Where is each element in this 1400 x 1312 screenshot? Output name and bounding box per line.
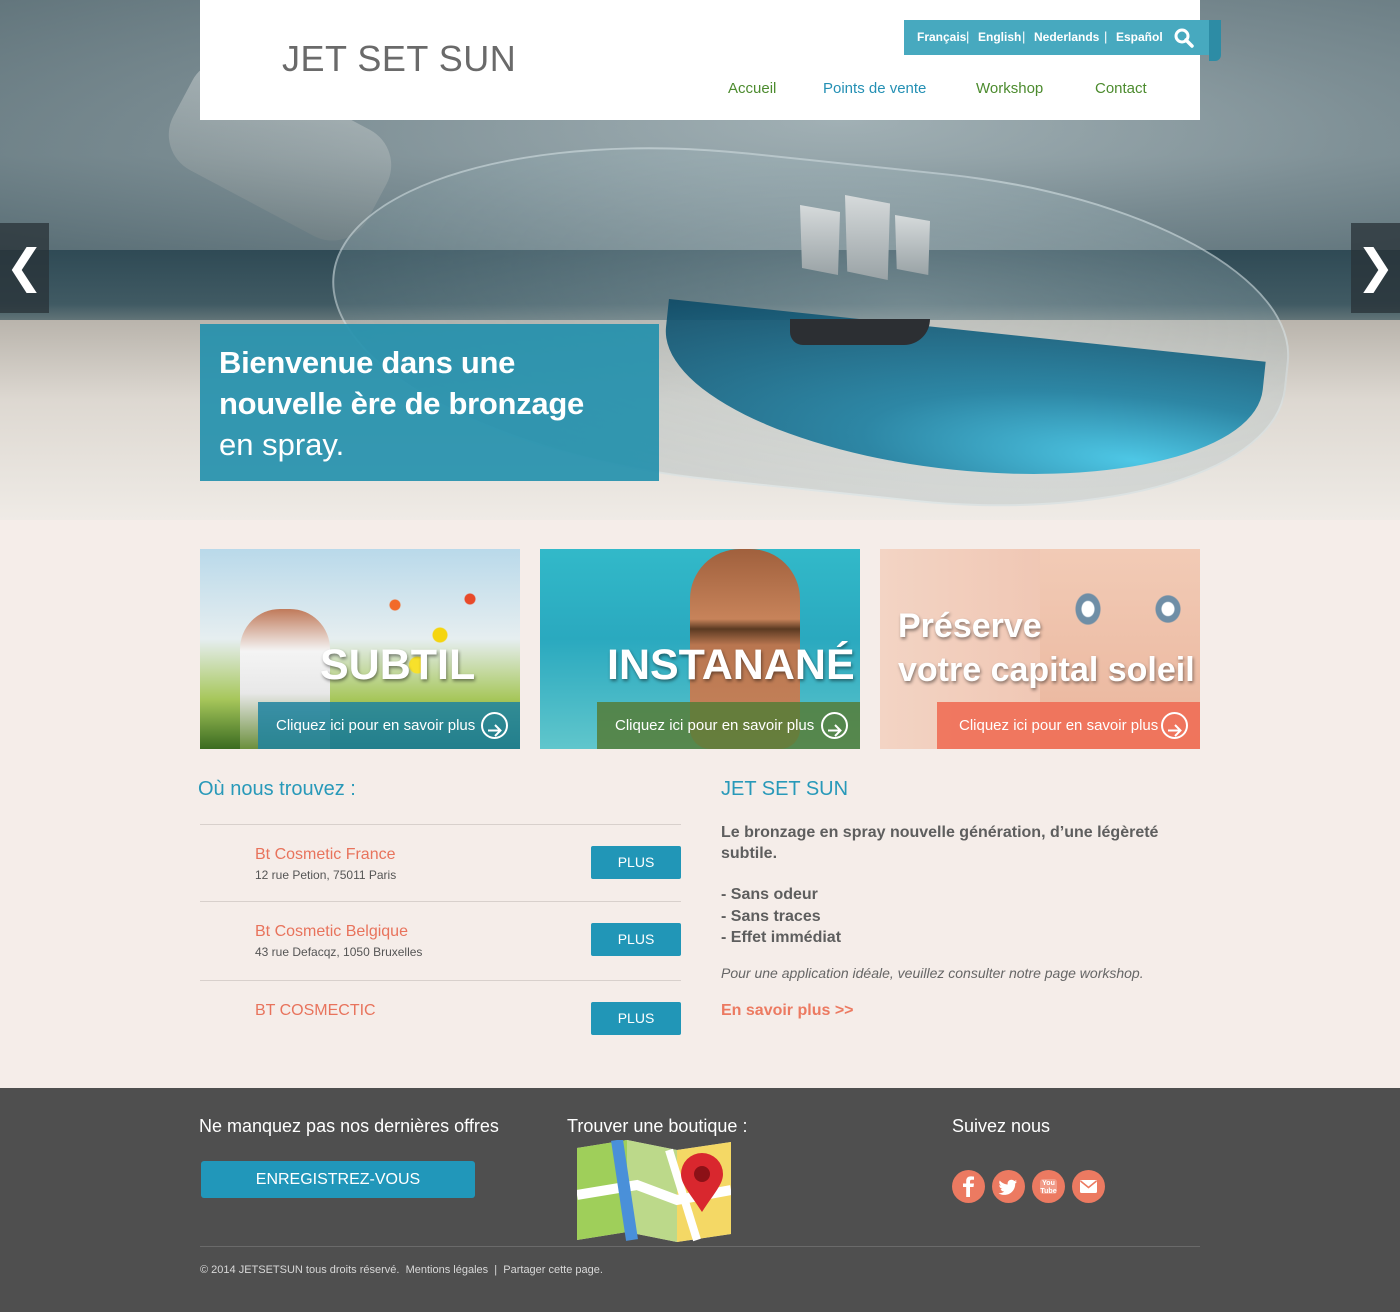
search-icon[interactable]: [1173, 27, 1195, 49]
copyright-bar: © 2014 JETSETSUN tous droits réservé. Me…: [200, 1264, 603, 1276]
legal-link[interactable]: Mentions légales: [406, 1264, 489, 1276]
location-plus-button[interactable]: PLUS: [591, 1002, 681, 1035]
hero-caption-line: nouvelle ère de bronzage: [219, 386, 584, 421]
about-feature: - Sans odeur: [721, 886, 818, 903]
follow-title: Suivez nous: [952, 1116, 1051, 1136]
mail-icon[interactable]: [1072, 1170, 1105, 1203]
lang-nederlands[interactable]: Nederlands: [1034, 30, 1099, 44]
card-cta-label: Cliquez ici pour en savoir plus: [615, 717, 815, 734]
offers-title: Ne manquez pas nos dernières offres: [199, 1116, 499, 1136]
slider-prev-button[interactable]: ❮: [0, 223, 49, 313]
about-note: Pour une application idéale, veuillez co…: [721, 965, 1144, 981]
card-cta-label: Cliquez ici pour en savoir plus: [276, 717, 476, 734]
lang-separator: |: [966, 29, 970, 44]
lang-espanol[interactable]: Español: [1116, 30, 1163, 44]
about-more-link[interactable]: En savoir plus >>: [721, 1002, 854, 1020]
link-separator: |: [491, 1264, 501, 1276]
about-title: JET SET SUN: [721, 778, 849, 800]
card-cta[interactable]: Cliquez ici pour en savoir plus: [597, 702, 860, 749]
copyright-text: © 2014 JETSETSUN tous droits réservé.: [200, 1264, 400, 1276]
hero-caption-line: en spray.: [219, 427, 345, 462]
nav-points-de-vente[interactable]: Points de vente: [823, 80, 926, 97]
youtube-icon-text-tube: Tube: [1040, 1188, 1056, 1195]
card-cta[interactable]: Cliquez ici pour en savoir plus: [937, 702, 1200, 749]
nav-contact[interactable]: Contact: [1095, 80, 1147, 97]
slider-next-button[interactable]: ❯: [1351, 223, 1400, 313]
promo-card-preserve[interactable]: Préserve votre capital soleil Cliquez ic…: [880, 549, 1200, 749]
lang-english[interactable]: English: [978, 30, 1021, 44]
hero-caption-line: Bienvenue dans une: [219, 345, 516, 380]
arrow-right-circle-icon: [821, 712, 848, 739]
site-footer: Ne manquez pas nos dernières offres ENRE…: [0, 1088, 1400, 1312]
card-title: SUBTIL: [320, 641, 476, 689]
location-name[interactable]: BT COSMECTIC: [255, 1002, 376, 1020]
lang-separator: |: [1022, 29, 1026, 44]
youtube-icon[interactable]: You Tube: [1032, 1170, 1065, 1203]
about-feature: - Effet immédiat: [721, 929, 842, 946]
location-address: 43 rue Defacqz, 1050 Bruxelles: [255, 945, 423, 959]
location-plus-button[interactable]: PLUS: [591, 846, 681, 879]
youtube-icon-text-you: You: [1042, 1180, 1055, 1187]
store-title: Trouver une boutique :: [567, 1116, 748, 1136]
register-button[interactable]: ENREGISTREZ-VOUS: [201, 1161, 475, 1198]
card-title-line: votre capital soleil: [898, 651, 1195, 689]
facebook-icon[interactable]: [952, 1170, 985, 1203]
location-address: 12 rue Petion, 75011 Paris: [255, 868, 397, 882]
nav-accueil[interactable]: Accueil: [728, 80, 776, 97]
about-feature: - Sans traces: [721, 907, 821, 925]
locations-title: Où nous trouvez :: [198, 778, 356, 800]
about-feature-list: - Sans odeur - Sans traces - Effet imméd…: [721, 884, 841, 949]
location-plus-button[interactable]: PLUS: [591, 923, 681, 956]
arrow-right-circle-icon: [481, 712, 508, 739]
about-intro: Le bronzage en spray nouvelle génération…: [721, 824, 1159, 862]
card-title: Préserve votre capital soleil: [898, 604, 1195, 692]
lang-separator: |: [1104, 29, 1108, 44]
card-title-line: Préserve: [898, 607, 1042, 645]
ship-image: [760, 185, 950, 345]
card-title: INSTANANÉ: [607, 641, 855, 689]
hero-caption: Bienvenue dans une nouvelle ère de bronz…: [200, 324, 659, 481]
twitter-icon[interactable]: [992, 1170, 1025, 1203]
footer-divider: [200, 1246, 1200, 1247]
location-name[interactable]: Bt Cosmetic Belgique: [255, 923, 408, 941]
google-maps-icon[interactable]: [576, 1139, 732, 1242]
site-logo[interactable]: JET SET SUN: [282, 38, 516, 80]
promo-card-subtil[interactable]: SUBTIL Cliquez ici pour en savoir plus: [200, 549, 520, 749]
arrow-right-circle-icon: [1161, 712, 1188, 739]
site-header: JET SET SUN Français | English | Nederla…: [200, 0, 1221, 120]
share-link[interactable]: Partager cette page.: [503, 1264, 603, 1276]
lang-francais[interactable]: Français: [917, 30, 966, 44]
language-bar: Français | English | Nederlands | Españo…: [904, 20, 1221, 61]
card-cta[interactable]: Cliquez ici pour en savoir plus: [258, 702, 520, 749]
nav-workshop[interactable]: Workshop: [976, 80, 1043, 97]
promo-card-instantane[interactable]: INSTANANÉ Cliquez ici pour en savoir plu…: [540, 549, 860, 749]
location-name[interactable]: Bt Cosmetic France: [255, 846, 395, 864]
card-cta-label: Cliquez ici pour en savoir plus: [959, 717, 1159, 734]
